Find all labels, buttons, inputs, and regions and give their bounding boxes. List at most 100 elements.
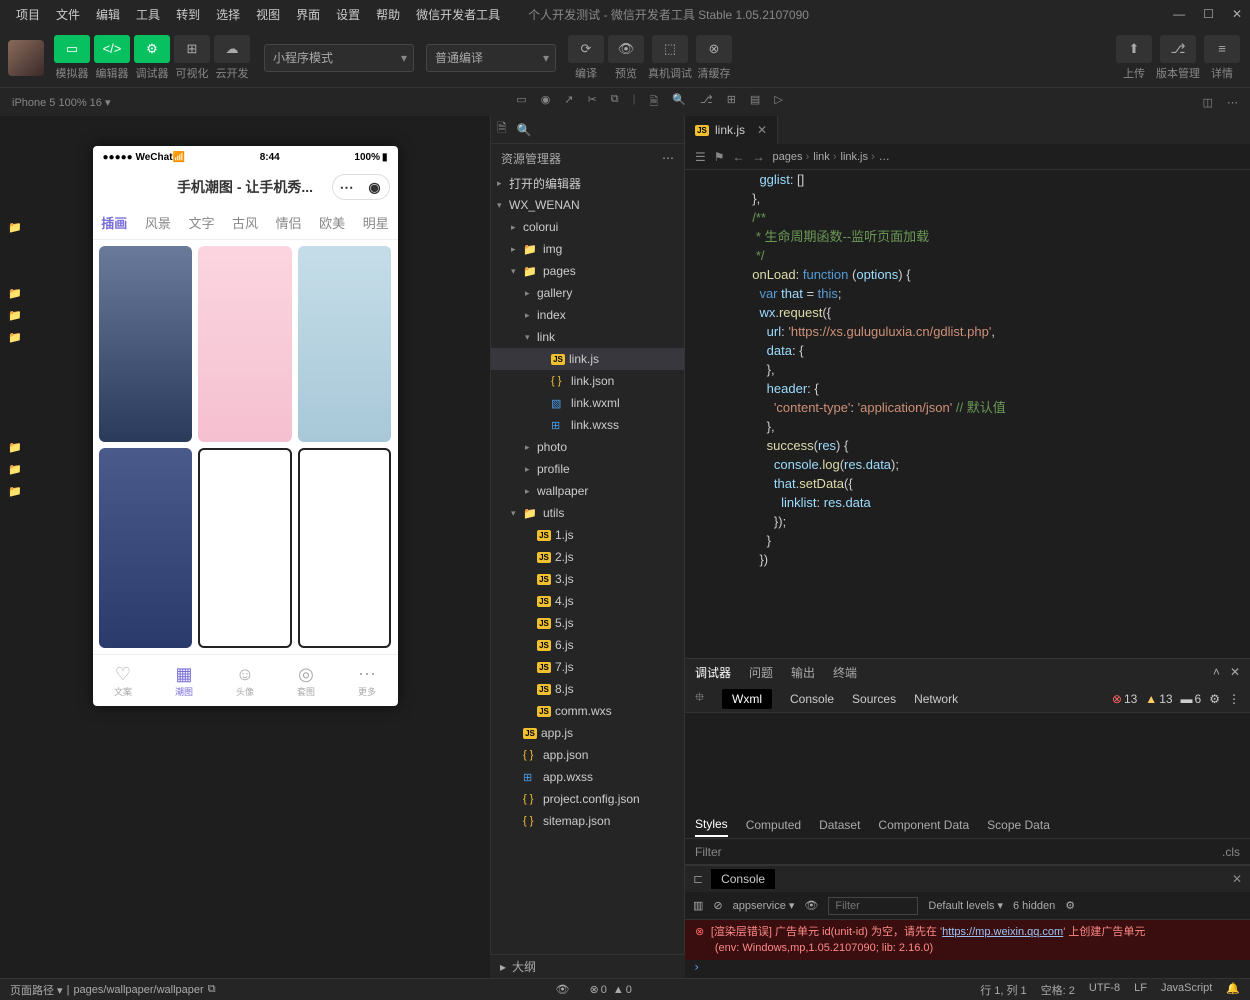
panel-sources[interactable]: Sources <box>852 692 896 706</box>
eye-icon[interactable]: 👁 <box>804 899 818 912</box>
tree-node-3.js[interactable]: JS3.js <box>491 568 684 590</box>
sidebar-icon[interactable]: ▥ <box>693 899 703 912</box>
version-button[interactable]: ⎇ <box>1160 35 1196 63</box>
visualize-button[interactable]: ⊞ <box>174 35 210 63</box>
files-icon[interactable]: 🗎 <box>649 93 658 112</box>
outline-header[interactable]: ▸大纲 <box>490 954 685 978</box>
category-tab[interactable]: 插画 <box>93 206 137 239</box>
tree-node-project.config.json[interactable]: { }project.config.json <box>491 788 684 810</box>
tree-node-link.js[interactable]: JSlink.js <box>491 348 684 370</box>
cloud-button[interactable]: ☁ <box>214 35 250 63</box>
eye-icon[interactable]: 👁 <box>556 983 570 996</box>
page-path[interactable]: pages/wallpaper/wallpaper <box>73 984 203 996</box>
search-icon[interactable]: 🔍 <box>517 123 532 137</box>
gear-icon[interactable]: ⚙ <box>1209 692 1220 706</box>
cut-icon[interactable]: ✂ <box>588 93 597 112</box>
forward-icon[interactable]: → <box>753 150 765 164</box>
more-icon[interactable]: ⋯ <box>1227 96 1238 109</box>
menu-帮助[interactable]: 帮助 <box>368 6 408 23</box>
tree-node-colorui[interactable]: ▸📁colorui <box>491 216 684 238</box>
eol[interactable]: LF <box>1134 982 1147 998</box>
warning-count[interactable]: ▲0 <box>613 984 632 996</box>
console-tab[interactable]: Console <box>711 869 775 889</box>
tree-node-photo[interactable]: ▸📁photo <box>491 436 684 458</box>
list-icon[interactable]: ☰ <box>695 150 706 164</box>
tab-dataset[interactable]: Dataset <box>819 818 860 832</box>
clear-cache-button[interactable]: ⊗ <box>696 35 732 63</box>
menu-选择[interactable]: 选择 <box>208 6 248 23</box>
bookmark-icon[interactable]: ⚑ <box>714 150 725 164</box>
category-tab[interactable]: 情侣 <box>267 206 311 239</box>
category-tab[interactable]: 欧美 <box>310 206 354 239</box>
record-icon[interactable]: ◉ <box>541 93 551 112</box>
tree-node-5.js[interactable]: JS5.js <box>491 612 684 634</box>
wallpaper-thumb[interactable] <box>298 448 392 648</box>
language[interactable]: JavaScript <box>1161 982 1212 998</box>
minimize-icon[interactable]: — <box>1173 7 1185 21</box>
share-icon[interactable]: ↗ <box>564 93 573 112</box>
wallpaper-thumb[interactable] <box>99 448 193 648</box>
debugger-button[interactable]: ⚙ <box>134 35 170 63</box>
tree-node-utils[interactable]: ▾📁utils <box>491 502 684 524</box>
editor-button[interactable]: </> <box>94 35 130 63</box>
tab-debugger[interactable]: 调试器 <box>695 664 731 681</box>
capsule[interactable]: ⋯◉ <box>332 174 390 200</box>
bell-icon[interactable]: 🔔 <box>1226 982 1240 998</box>
preview-button[interactable]: 👁 <box>608 35 644 63</box>
panel-wxml[interactable]: Wxml <box>722 689 772 709</box>
page-path-label[interactable]: 页面路径 ▾ <box>10 982 63 998</box>
panel-console[interactable]: Console <box>790 692 834 706</box>
run-icon[interactable]: ▷ <box>774 93 782 112</box>
breadcrumb[interactable]: pageslinklink.js… <box>773 151 890 163</box>
compile-button[interactable]: ⟳ <box>568 35 604 63</box>
panel-network[interactable]: Network <box>914 692 958 706</box>
close-tab-icon[interactable]: ✕ <box>757 123 767 137</box>
indent[interactable]: 空格: 2 <box>1041 982 1075 998</box>
tree-node-link.wxml[interactable]: ▧link.wxml <box>491 392 684 414</box>
tab-styles[interactable]: Styles <box>695 813 728 837</box>
tree-node-gallery[interactable]: ▸📁gallery <box>491 282 684 304</box>
hidden-count[interactable]: 6 hidden <box>1013 900 1055 912</box>
tree-node-link.wxss[interactable]: ⊞link.wxss <box>491 414 684 436</box>
menu-转到[interactable]: 转到 <box>168 6 208 23</box>
tree-node-4.js[interactable]: JS4.js <box>491 590 684 612</box>
tree-node-profile[interactable]: ▸📁profile <box>491 458 684 480</box>
nav-item[interactable]: ⋯更多 <box>337 655 398 706</box>
section-open-editors[interactable]: ▸打开的编辑器 <box>491 172 684 194</box>
wallpaper-thumb[interactable] <box>298 246 392 442</box>
more-icon[interactable]: ⋮ <box>1228 692 1240 706</box>
cls-toggle[interactable]: .cls <box>1222 845 1240 859</box>
detail-button[interactable]: ≡ <box>1204 35 1240 63</box>
tab-problems[interactable]: 问题 <box>749 664 773 681</box>
tree-node-app.js[interactable]: JSapp.js <box>491 722 684 744</box>
menu-设置[interactable]: 设置 <box>328 6 368 23</box>
avatar[interactable] <box>8 40 44 76</box>
search-icon[interactable]: 🔍 <box>672 93 686 112</box>
context-selector[interactable]: appservice ▾ <box>733 899 795 912</box>
error-count[interactable]: ⊗0 <box>590 983 607 996</box>
menu-工具[interactable]: 工具 <box>128 6 168 23</box>
wallpaper-thumb[interactable] <box>198 448 292 648</box>
encoding[interactable]: UTF-8 <box>1089 982 1120 998</box>
close-icon[interactable]: ✕ <box>1232 872 1242 886</box>
category-tab[interactable]: 风景 <box>136 206 180 239</box>
editor-tab[interactable]: JS link.js ✕ <box>685 116 778 144</box>
menu-界面[interactable]: 界面 <box>288 6 328 23</box>
mode-dropdown[interactable]: 小程序模式 <box>264 44 414 72</box>
upload-button[interactable]: ⬆ <box>1116 35 1152 63</box>
tree-node-comm.wxs[interactable]: JScomm.wxs <box>491 700 684 722</box>
console-prompt[interactable]: › <box>685 960 1250 978</box>
device-icon[interactable]: ▭ <box>516 93 526 112</box>
tree-node-8.js[interactable]: JS8.js <box>491 678 684 700</box>
filter-input[interactable]: Filter <box>695 845 722 859</box>
back-icon[interactable]: ← <box>733 150 745 164</box>
nav-item[interactable]: ▦潮图 <box>154 655 215 706</box>
files-icon[interactable]: 🗎 <box>497 119 507 140</box>
clear-icon[interactable]: ⊘ <box>713 899 722 912</box>
panel-icon[interactable]: ▤ <box>750 93 760 112</box>
category-tab[interactable]: 古风 <box>223 206 267 239</box>
tree-node-wallpaper[interactable]: ▸📁wallpaper <box>491 480 684 502</box>
wallpaper-thumb[interactable] <box>198 246 292 442</box>
menu-文件[interactable]: 文件 <box>48 6 88 23</box>
gear-icon[interactable]: ⚙ <box>1065 899 1075 912</box>
